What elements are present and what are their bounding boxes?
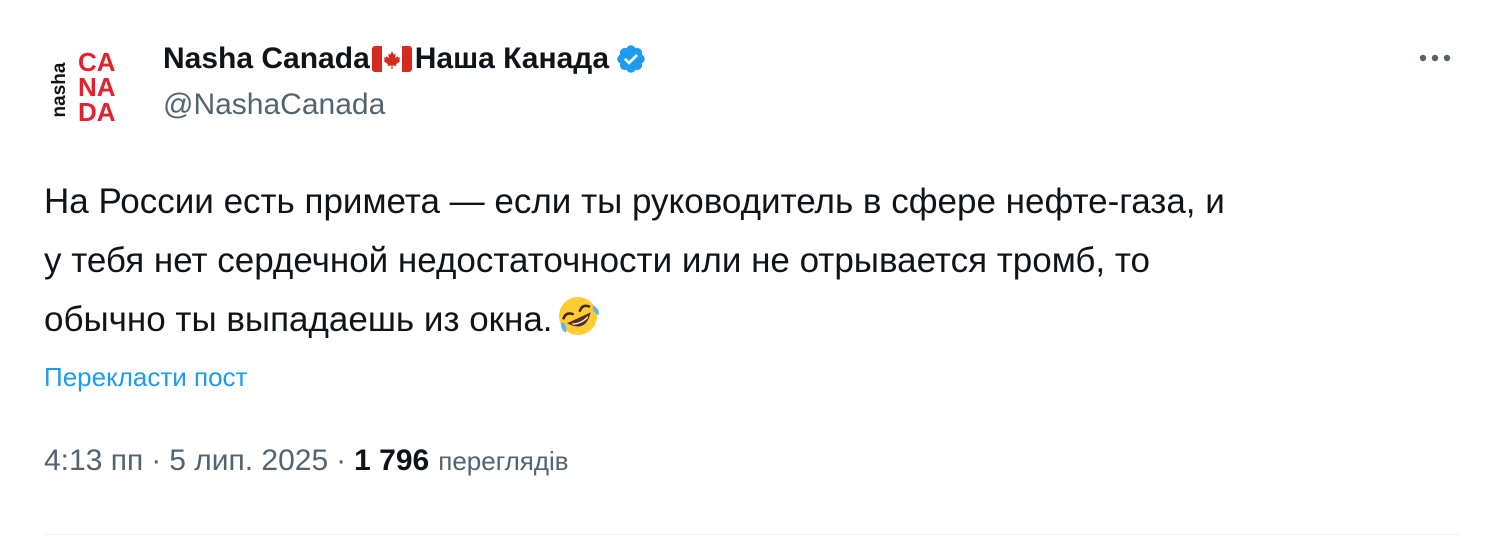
- post-time[interactable]: 4:13 пп: [44, 444, 143, 478]
- divider: [44, 534, 1460, 535]
- author-name-cyrillic: Наша Канада: [414, 42, 610, 75]
- avatar-logo-line: DA: [78, 97, 116, 127]
- views-count[interactable]: 1 796: [354, 444, 429, 478]
- post-text-line-last: обычно ты выпадаешь из окна.: [44, 290, 1444, 349]
- post-meta: 4:13 пп · 5 лип. 2025 · 1 796 переглядів: [44, 444, 569, 478]
- canada-flag-icon: [371, 45, 412, 73]
- avatar-logo-text: CA NA DA: [78, 49, 138, 127]
- author-name-latin: Nasha Canada: [163, 42, 370, 75]
- tweet: nasha CA NA DA Nasha Canada Наша Канада …: [0, 0, 1485, 540]
- meta-separator: ·: [151, 444, 162, 477]
- more-options-icon[interactable]: [1412, 42, 1458, 74]
- meta-separator: ·: [336, 444, 347, 477]
- post-text: На России есть примета — если ты руковод…: [44, 172, 1444, 349]
- rolling-on-floor-laughing-emoji: [555, 293, 601, 339]
- avatar[interactable]: nasha CA NA DA: [44, 42, 140, 138]
- verified-badge-icon[interactable]: [615, 43, 647, 75]
- avatar-vertical-text: nasha: [49, 62, 70, 118]
- author-handle[interactable]: @NashaCanada: [163, 88, 385, 122]
- post-text-line: обычно ты выпадаешь из окна.: [44, 300, 553, 339]
- post-date[interactable]: 5 лип. 2025: [169, 444, 328, 478]
- author-name[interactable]: Nasha Canada Наша Канада: [163, 38, 647, 80]
- translate-post-link[interactable]: Перекласти пост: [44, 362, 247, 393]
- post-text-line: у тебя нет сердечной недостаточности или…: [44, 241, 1150, 280]
- post-text-line: На России есть примета — если ты руковод…: [44, 182, 1225, 221]
- views-label: переглядів: [438, 446, 569, 476]
